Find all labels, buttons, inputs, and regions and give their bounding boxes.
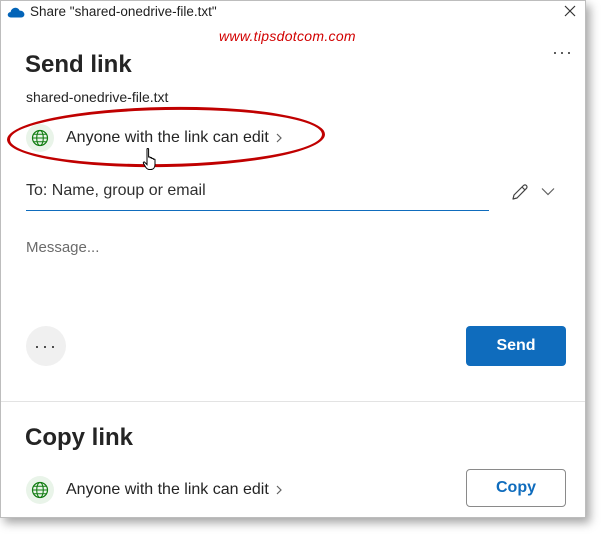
permission-label: Anyone with the link can edit: [66, 129, 269, 146]
globe-icon: [31, 129, 49, 147]
share-dialog: Share "shared-onedrive-file.txt" www.tip…: [0, 0, 586, 518]
section-divider: [1, 401, 585, 402]
close-icon[interactable]: [563, 4, 577, 18]
pencil-icon[interactable]: [510, 182, 530, 202]
globe-icon-badge: [26, 476, 54, 504]
hand-cursor-icon: [142, 148, 156, 170]
onedrive-cloud-icon: [7, 7, 25, 18]
watermark: www.tipsdotcom.com: [219, 28, 356, 44]
message-input[interactable]: [26, 239, 566, 299]
globe-icon: [31, 481, 49, 499]
more-send-options-button[interactable]: ···: [26, 326, 66, 366]
recipient-field[interactable]: [26, 179, 489, 211]
chevron-right-icon: [276, 485, 282, 495]
send-link-heading: Send link: [25, 51, 132, 78]
file-name: shared-onedrive-file.txt: [26, 89, 169, 105]
chevron-right-icon: [276, 133, 282, 143]
more-options-button[interactable]: ···: [552, 43, 573, 61]
copy-link-permission-button[interactable]: Anyone with the link can edit: [26, 475, 283, 505]
copy-link-heading: Copy link: [25, 424, 134, 451]
permission-label: Anyone with the link can edit: [66, 481, 269, 498]
window-title: Share "shared-onedrive-file.txt": [30, 4, 217, 19]
recipient-input[interactable]: [26, 182, 489, 200]
globe-icon-badge: [26, 124, 54, 152]
title-bar: Share "shared-onedrive-file.txt": [1, 1, 585, 23]
copy-button[interactable]: Copy: [466, 469, 566, 507]
send-button[interactable]: Send: [466, 326, 566, 366]
chevron-down-icon[interactable]: [541, 187, 555, 196]
